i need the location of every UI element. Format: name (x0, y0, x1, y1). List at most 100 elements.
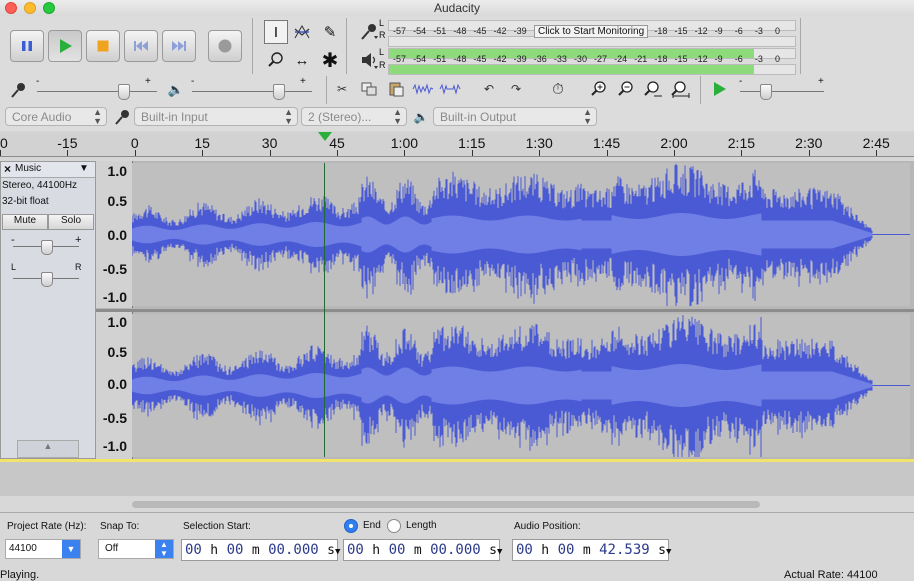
minutes-value[interactable]: 00 (227, 542, 244, 558)
mute-button[interactable]: Mute (2, 214, 48, 230)
multi-tool[interactable]: ✱ (318, 48, 342, 72)
draw-tool[interactable]: ✎ (318, 20, 342, 44)
recording-volume-thumb[interactable] (118, 84, 131, 100)
window-title: Audacity (433, 1, 481, 15)
zoom-tool[interactable] (264, 48, 288, 72)
playback-meter-button[interactable] (357, 48, 381, 72)
hours-value[interactable]: 00 (185, 542, 202, 558)
meter-scale-label: -39 (513, 54, 527, 64)
select-arrows-icon[interactable]: ▲ ▼ (155, 540, 173, 558)
undo-button[interactable]: ↶ (478, 78, 500, 100)
ruler-label: -0.5 (102, 261, 127, 277)
playback-device-select[interactable]: Built-in Output ▲ ▼ (433, 107, 597, 126)
recording-device-select[interactable]: Built-in Input ▲ ▼ (134, 107, 298, 126)
time-shift-tool[interactable]: ↔ (290, 48, 314, 72)
zoom-in-button[interactable] (588, 78, 610, 100)
playback-meter-right[interactable] (388, 64, 796, 75)
silence-button[interactable] (439, 78, 461, 100)
zoom-out-button[interactable] (615, 78, 637, 100)
toolbar-separator (252, 18, 253, 74)
play-at-speed-button[interactable] (708, 78, 730, 100)
audio-position-time[interactable]: 00 h 00 m 42.539 s▼ (512, 539, 671, 561)
sync-lock-button[interactable]: ⏱ (547, 78, 569, 100)
seconds-value[interactable]: 00.000 (268, 542, 319, 558)
play-at-speed-thumb[interactable] (760, 84, 773, 100)
pause-button[interactable] (10, 30, 44, 62)
collapse-track-button[interactable]: ▲ (17, 440, 79, 458)
timeline-tick-label: 30 (261, 135, 278, 151)
snap-to-select[interactable]: Off ▲ ▼ (98, 539, 174, 559)
hours-unit: h (210, 543, 219, 558)
microphone-icon (115, 110, 129, 125)
fit-project-button[interactable] (669, 78, 691, 100)
project-rate-combo[interactable]: 44100 ▼ (5, 539, 81, 559)
hours-value[interactable]: 00 (516, 542, 533, 558)
record-button[interactable] (208, 30, 242, 62)
select-arrows-icon: ▲ ▼ (93, 107, 102, 126)
trim-button[interactable] (412, 78, 434, 100)
track-close-button[interactable]: × (4, 162, 11, 176)
seconds-value[interactable]: 00.000 (430, 542, 481, 558)
solo-button[interactable]: Solo (48, 214, 94, 230)
waveform-right (131, 315, 910, 463)
speaker-icon (362, 53, 378, 69)
pan-slider-thumb[interactable] (41, 272, 53, 287)
waveform-right-channel[interactable] (131, 314, 910, 463)
monitor-tooltip[interactable]: Click to Start Monitoring (534, 25, 649, 38)
track-name-button[interactable]: Music (15, 163, 41, 174)
seconds-value[interactable]: 42.539 (599, 542, 650, 558)
playback-volume-thumb[interactable] (273, 84, 286, 100)
meter-scale-label: -45 (473, 54, 487, 64)
cut-button[interactable]: ✂ (331, 78, 353, 100)
end-radio-button[interactable] (344, 519, 358, 533)
timeline-tick-mark (202, 150, 204, 156)
minutes-value[interactable]: 00 (389, 542, 406, 558)
timeline-tick-label: 2:00 (660, 135, 688, 151)
time-format-arrow-icon[interactable]: ▼ (335, 547, 340, 557)
ruler-label: 1.0 (107, 314, 127, 330)
timeline-tick-label: 30 (0, 135, 8, 151)
stop-button[interactable] (86, 30, 120, 62)
skip-to-start-button[interactable] (124, 30, 158, 62)
recording-volume-plus: + (145, 76, 151, 87)
timeline-tick-label: 1:15 (458, 135, 486, 151)
timeline-ruler[interactable]: 30-1501530451:001:151:301:452:002:152:30… (0, 132, 914, 157)
horizontal-scrollbar[interactable] (0, 496, 914, 512)
recording-volume-slider[interactable] (37, 91, 157, 92)
waveform-left-channel[interactable] (131, 163, 910, 316)
record-meter-button[interactable] (357, 20, 381, 44)
empty-track-space[interactable] (0, 462, 914, 496)
audio-host-select[interactable]: Core Audio ▲ ▼ (5, 107, 107, 126)
paste-button[interactable] (385, 78, 407, 100)
length-radio-button[interactable] (387, 519, 401, 533)
status-bar: Playing. Actual Rate: 44100 (0, 569, 914, 581)
copy-button[interactable] (358, 78, 380, 100)
envelope-tool[interactable] (290, 20, 314, 44)
recording-channels-select[interactable]: 2 (Stereo)... ▲ ▼ (301, 107, 407, 126)
selection-tool[interactable]: I (264, 20, 288, 44)
time-format-arrow-icon[interactable]: ▼ (666, 547, 671, 557)
play-at-speed-minus: - (739, 76, 743, 87)
timeline-tick-mark (876, 150, 878, 156)
ruler-label: 0.0 (107, 376, 127, 392)
fit-selection-button[interactable] (642, 78, 664, 100)
time-format-arrow-icon[interactable]: ▼ (497, 547, 502, 557)
meter-scale-label: -27 (594, 54, 608, 64)
redo-button[interactable]: ↷ (505, 78, 527, 100)
hours-value[interactable]: 00 (347, 542, 364, 558)
track-menu-arrow-icon[interactable]: ▼ (79, 163, 89, 174)
double-arrow-icon: ↔ (294, 51, 310, 69)
playback-volume-slider[interactable] (192, 91, 312, 92)
gain-slider-thumb[interactable] (41, 240, 53, 255)
dropdown-arrow-icon[interactable]: ▼ (62, 540, 80, 558)
timeline-tick-label: 2:15 (727, 135, 756, 151)
timeline-tick-label: 1:00 (390, 135, 419, 151)
meter-scale-label: -21 (634, 54, 648, 64)
horizontal-scrollbar-thumb[interactable] (132, 501, 760, 508)
selection-end-time[interactable]: 00 h 00 m 00.000 s▼ (343, 539, 502, 561)
minutes-value[interactable]: 00 (558, 542, 575, 558)
play-button[interactable] (48, 30, 82, 62)
play-at-speed-slider[interactable] (740, 91, 824, 92)
skip-to-end-button[interactable] (162, 30, 196, 62)
selection-start-time[interactable]: 00 h 00 m 00.000 s▼ (181, 539, 340, 561)
